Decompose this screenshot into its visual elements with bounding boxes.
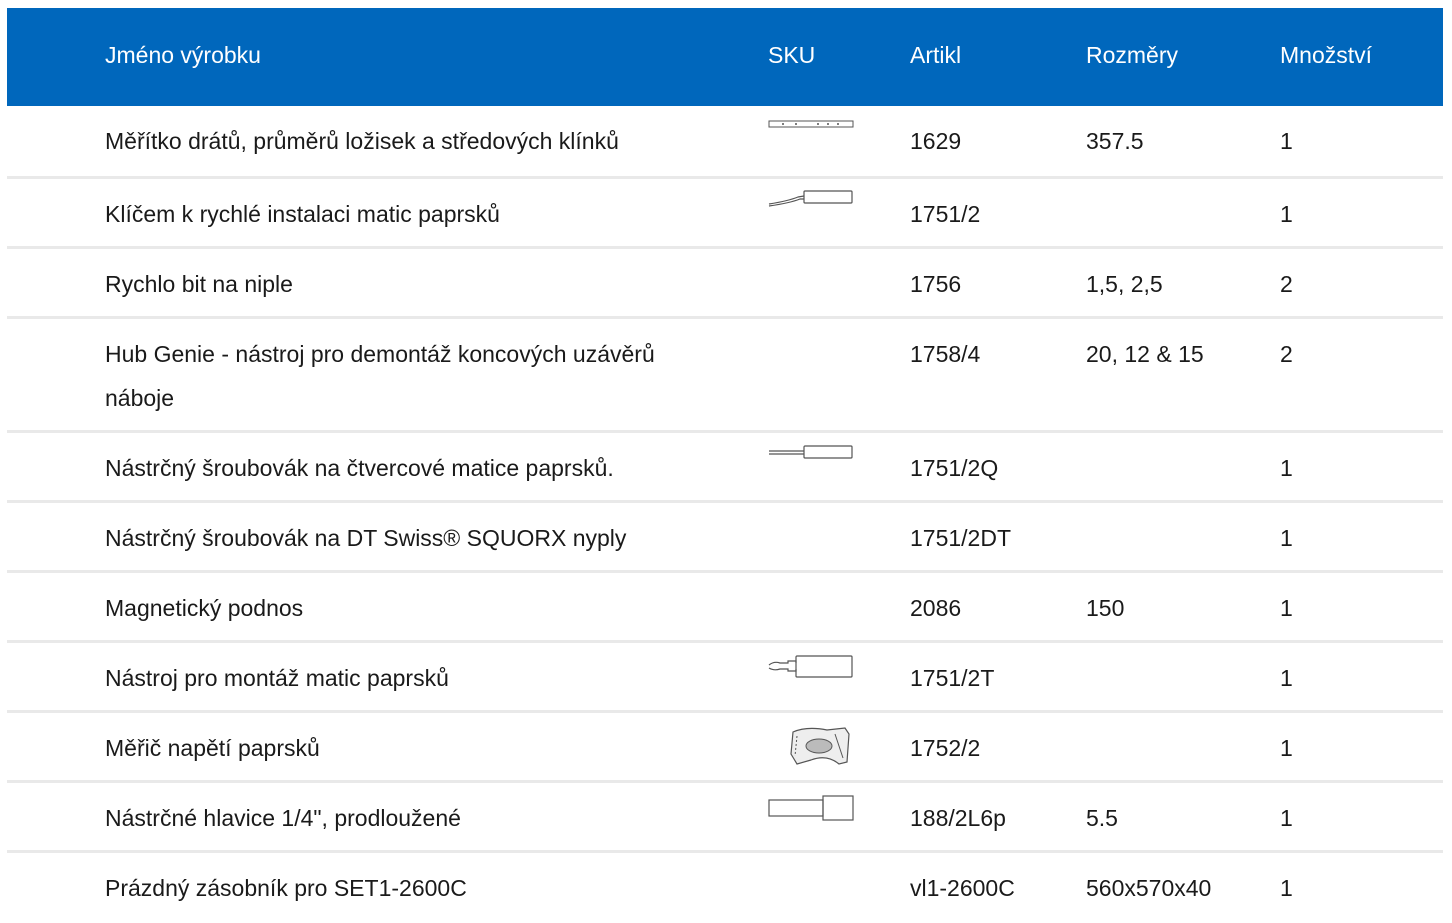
product-dimensions: 357.5 [1086, 128, 1144, 154]
table-row: Nástrčný šroubovák na DT Swiss® SQUORX n… [7, 503, 1443, 573]
product-quantity: 1 [1280, 455, 1293, 481]
header-quantity: Množství [1280, 42, 1373, 68]
header-dimensions: Rozměry [1086, 42, 1179, 68]
table-row: Nástrčné hlavice 1/4", prodloužené 188/2… [7, 783, 1443, 853]
table-row: Měřič napětí paprsků 1752/2 1 [7, 713, 1443, 783]
product-quantity: 1 [1280, 735, 1293, 761]
product-quantity: 1 [1280, 525, 1293, 551]
table-row: Měřítko drátů, průměrů ložisek a středov… [7, 106, 1443, 179]
product-article: 1629 [910, 128, 962, 154]
product-quantity: 2 [1280, 341, 1293, 367]
product-name: Magnetický podnos [105, 595, 304, 621]
product-article: 188/2L6p [910, 805, 1006, 831]
product-name: Klíčem k rychlé instalaci matic paprsků [105, 201, 500, 227]
screwdriver-icon [769, 445, 853, 459]
table-row: Prázdný zásobník pro SET1-2600C vl1-2600… [7, 853, 1443, 923]
product-quantity: 1 [1280, 665, 1293, 691]
table-row: Nástrčný šroubovák na čtvercové matice p… [7, 433, 1443, 503]
header-article: Artikl [910, 42, 962, 68]
table-row: Klíčem k rychlé instalaci matic paprsků … [7, 179, 1443, 249]
table-row: Nástroj pro montáž matic paprsků 1751/2T… [7, 643, 1443, 713]
nipple-tool-icon [768, 655, 853, 678]
table-row: Rychlo bit na niple 1756 1,5, 2,5 2 [7, 249, 1443, 319]
product-quantity: 1 [1280, 201, 1293, 227]
product-article: vl1-2600C [910, 875, 1015, 901]
product-article: 1751/2DT [910, 525, 1012, 551]
product-quantity: 1 [1280, 595, 1293, 621]
product-name: Nástrčný šroubovák na čtvercové matice p… [105, 455, 614, 481]
product-table: Jméno výrobku SKU Artikl Rozměry Množstv… [7, 8, 1443, 923]
product-article: 1751/2 [910, 201, 981, 227]
header-name: Jméno výrobku [105, 42, 261, 68]
product-dimensions: 560x570x40 [1086, 875, 1212, 901]
ruler-icon [768, 120, 854, 128]
header-sku: SKU [768, 42, 816, 68]
product-name: Rychlo bit na niple [105, 271, 293, 297]
product-dimensions: 1,5, 2,5 [1086, 271, 1163, 297]
product-dimensions: 150 [1086, 595, 1125, 621]
table-header: Jméno výrobku SKU Artikl Rozměry Množstv… [7, 8, 1443, 106]
product-name: Hub Genie - nástroj pro demontáž koncový… [105, 341, 655, 411]
product-article: 1751/2T [910, 665, 995, 691]
table-row: Magnetický podnos 2086 150 1 [7, 573, 1443, 643]
socket-icon [768, 795, 854, 821]
product-article: 1758/4 [910, 341, 981, 367]
product-name: Prázdný zásobník pro SET1-2600C [105, 875, 467, 901]
product-article: 1751/2Q [910, 455, 999, 481]
product-quantity: 1 [1280, 805, 1293, 831]
product-article: 1752/2 [910, 735, 981, 761]
product-name: Měřič napětí paprsků [105, 735, 320, 761]
product-quantity: 1 [1280, 128, 1293, 154]
product-article: 2086 [910, 595, 962, 621]
product-name: Měřítko drátů, průměrů ložisek a středov… [105, 128, 619, 154]
product-quantity: 1 [1280, 875, 1293, 901]
product-name: Nástrčný šroubovák na DT Swiss® SQUORX n… [105, 525, 627, 551]
table-row: Hub Genie - nástroj pro demontáž koncový… [7, 319, 1443, 433]
product-dimensions: 20, 12 & 15 [1086, 341, 1204, 367]
tension-meter-icon [790, 727, 850, 765]
product-name: Nástroj pro montáž matic paprsků [105, 665, 449, 691]
product-name: Nástrčné hlavice 1/4", prodloužené [105, 805, 461, 831]
hook-tool-icon [768, 190, 853, 207]
product-article: 1756 [910, 271, 962, 297]
product-quantity: 2 [1280, 271, 1293, 297]
product-dimensions: 5.5 [1086, 805, 1118, 831]
